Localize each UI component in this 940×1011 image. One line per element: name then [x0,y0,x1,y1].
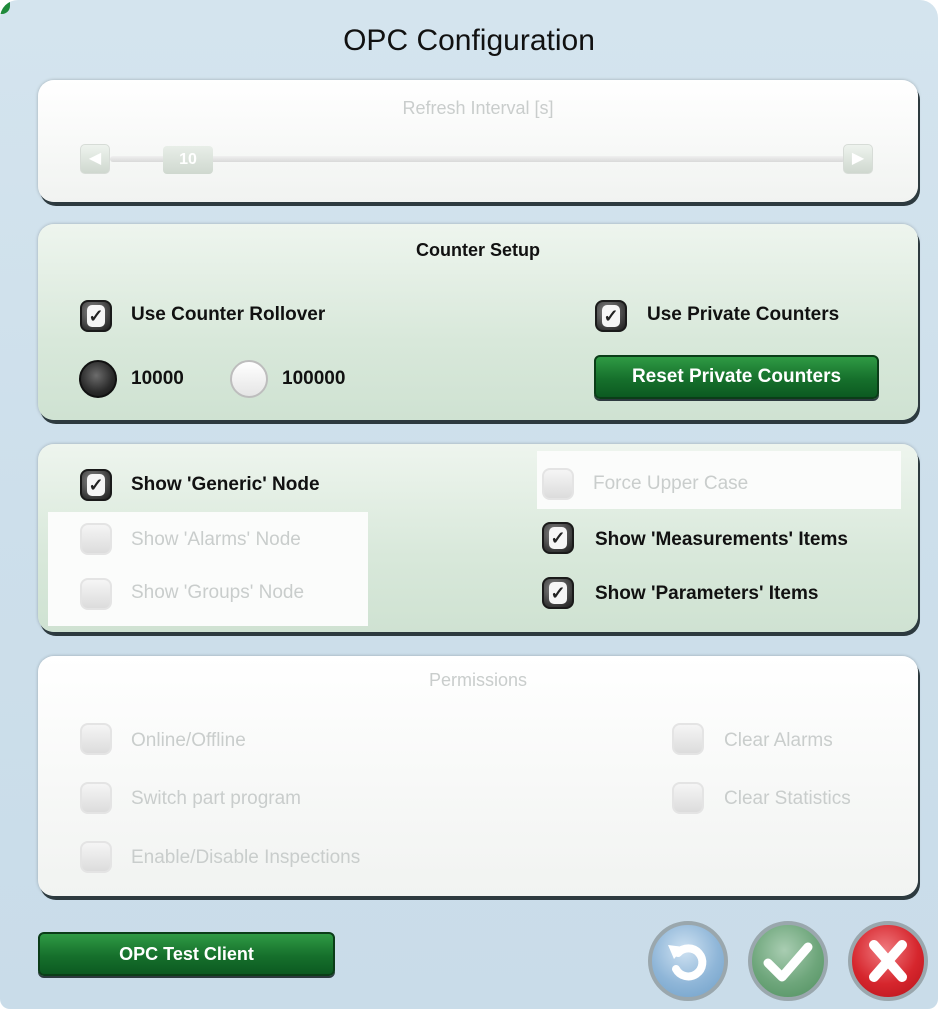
checkmark-icon: ✓ [87,305,105,327]
use-private-counters-label: Use Private Counters [647,304,840,325]
refresh-interval-slider-track[interactable] [110,156,845,162]
checkmark-icon: ✓ [549,527,567,549]
rollover-100000-radio[interactable] [230,360,268,398]
show-parameters-items-label: Show 'Parameters' Items [595,583,819,604]
show-measurements-items-checkbox[interactable]: ✓ [542,522,574,554]
slider-decrease-button[interactable]: ◀ [80,144,110,174]
dialog-title: OPC Configuration [343,24,595,57]
switch-part-program-label: Switch part program [131,788,302,809]
checkmark-icon: ✓ [549,582,567,604]
rollover-100000-label: 100000 [282,368,346,389]
checkmark-icon: ✓ [602,305,620,327]
refresh-interval-title: Refresh Interval [s] [402,98,554,118]
checkmark-icon: ✓ [87,474,105,496]
show-groups-node-checkbox[interactable] [80,578,112,610]
use-counter-rollover-checkbox[interactable]: ✓ [80,300,112,332]
online-offline-label: Online/Offline [131,730,246,751]
rollover-10000-label: 10000 [131,368,184,389]
show-generic-node-checkbox[interactable]: ✓ [80,469,112,501]
force-upper-case-checkbox[interactable] [542,468,574,500]
show-alarms-node-label: Show 'Alarms' Node [131,529,301,550]
opc-test-client-button[interactable]: OPC Test Client [38,932,335,976]
ok-button[interactable] [748,921,828,1001]
close-x-icon [869,940,907,982]
opc-configuration-dialog: OPC Configuration Refresh Interval [s] ◀… [0,0,938,1009]
show-groups-node-label: Show 'Groups' Node [131,582,305,603]
force-upper-case-label: Force Upper Case [593,473,749,494]
enable-disable-inspections-label: Enable/Disable Inspections [131,847,361,868]
cancel-button[interactable] [848,921,928,1001]
use-counter-rollover-label: Use Counter Rollover [131,304,326,325]
show-alarms-node-checkbox[interactable] [80,523,112,555]
switch-part-program-checkbox[interactable] [80,782,112,814]
undo-arrow-icon [668,944,707,981]
refresh-interval-slider-thumb[interactable]: 10 [163,146,213,174]
refresh-interval-panel: Refresh Interval [s] [38,80,918,202]
clear-statistics-label: Clear Statistics [724,788,851,809]
show-generic-node-label: Show 'Generic' Node [131,474,320,495]
show-parameters-items-checkbox[interactable]: ✓ [542,577,574,609]
undo-button[interactable] [648,921,728,1001]
checkmark-icon [763,942,813,982]
clear-alarms-checkbox[interactable] [672,723,704,755]
permissions-title: Permissions [428,670,528,690]
clear-statistics-checkbox[interactable] [672,782,704,814]
window-corner-accent [0,0,10,14]
enable-disable-inspections-checkbox[interactable] [80,841,112,873]
rollover-10000-radio[interactable] [79,360,117,398]
counter-setup-title: Counter Setup [416,240,540,260]
slider-increase-button[interactable]: ▶ [843,144,873,174]
reset-private-counters-button[interactable]: Reset Private Counters [594,355,879,399]
clear-alarms-label: Clear Alarms [724,730,833,751]
use-private-counters-checkbox[interactable]: ✓ [595,300,627,332]
online-offline-checkbox[interactable] [80,723,112,755]
show-measurements-items-label: Show 'Measurements' Items [595,529,848,550]
